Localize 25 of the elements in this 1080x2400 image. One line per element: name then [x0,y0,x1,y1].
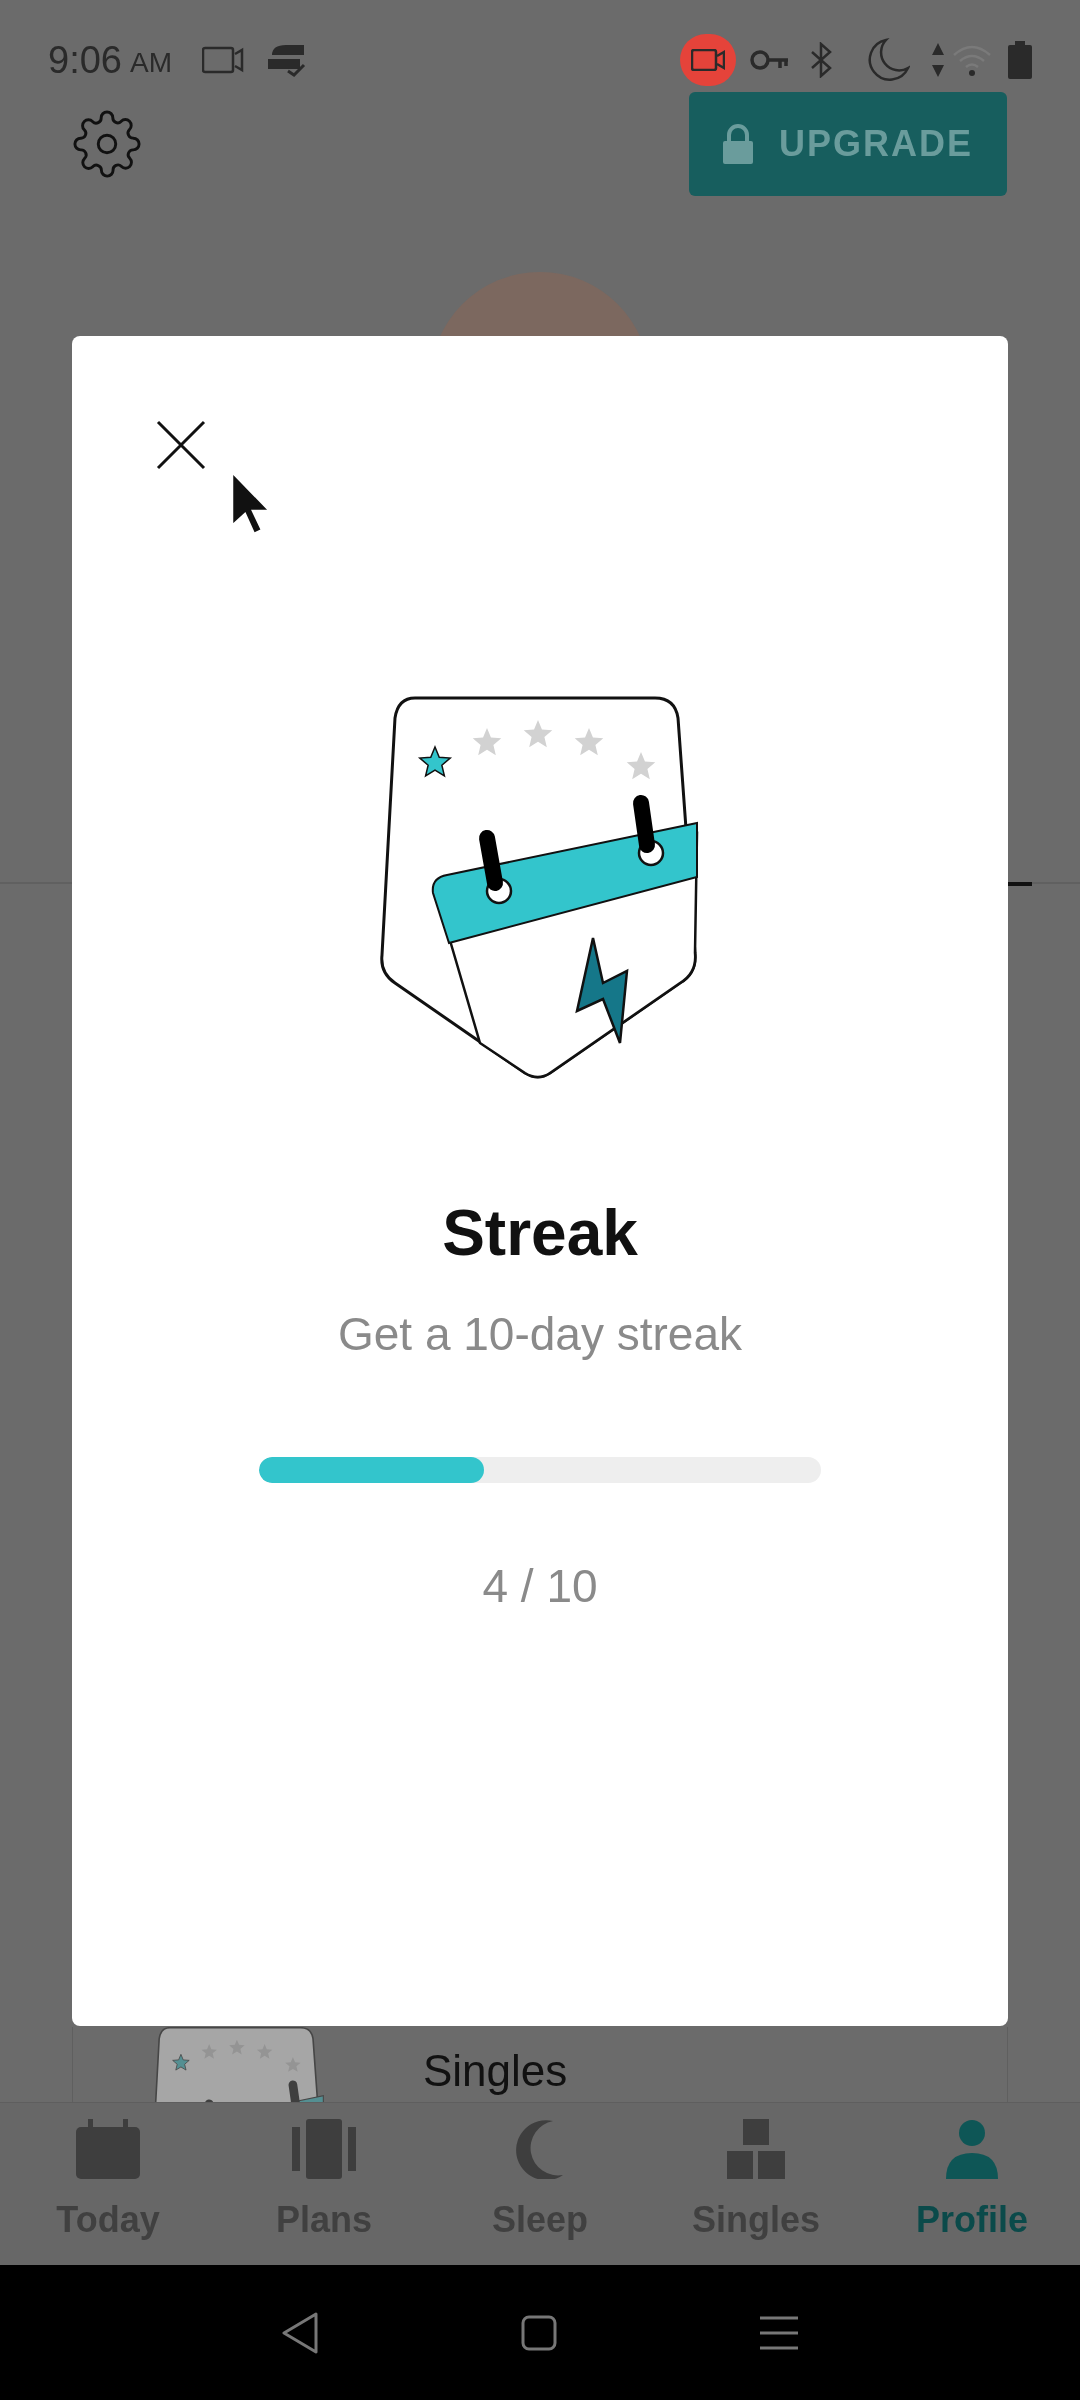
card-title: Singles [423,2045,568,2097]
back-icon[interactable] [281,2311,318,2354]
moon-icon [515,2119,565,2179]
nav-tab[interactable]: Profile [864,2103,1080,2265]
calendar-icon [76,2119,140,2179]
close-icon[interactable] [156,420,206,470]
progress-reading: 4 / 10 [482,1563,598,1609]
upgrade-button[interactable]: UPGRADE [689,92,1007,196]
settings-icon[interactable] [72,109,142,179]
battery-icon [1008,41,1032,79]
video-camera-icon [691,49,725,71]
key-icon [750,49,790,71]
home-icon[interactable] [521,2314,557,2351]
clock-meridiem: AM [129,46,172,80]
person-icon [944,2119,1000,2179]
clock-time: 9:06 [48,37,122,83]
menu-icon[interactable] [760,2315,799,2350]
cards-icon [292,2119,356,2179]
screen-record-icon [201,46,244,74]
dialog-title: Streak [442,1201,638,1265]
wifi-icon [952,43,992,77]
moon-icon [868,38,910,82]
data-arrows-icon [932,43,944,77]
lock-icon [723,124,753,164]
blocks-icon [727,2119,785,2179]
